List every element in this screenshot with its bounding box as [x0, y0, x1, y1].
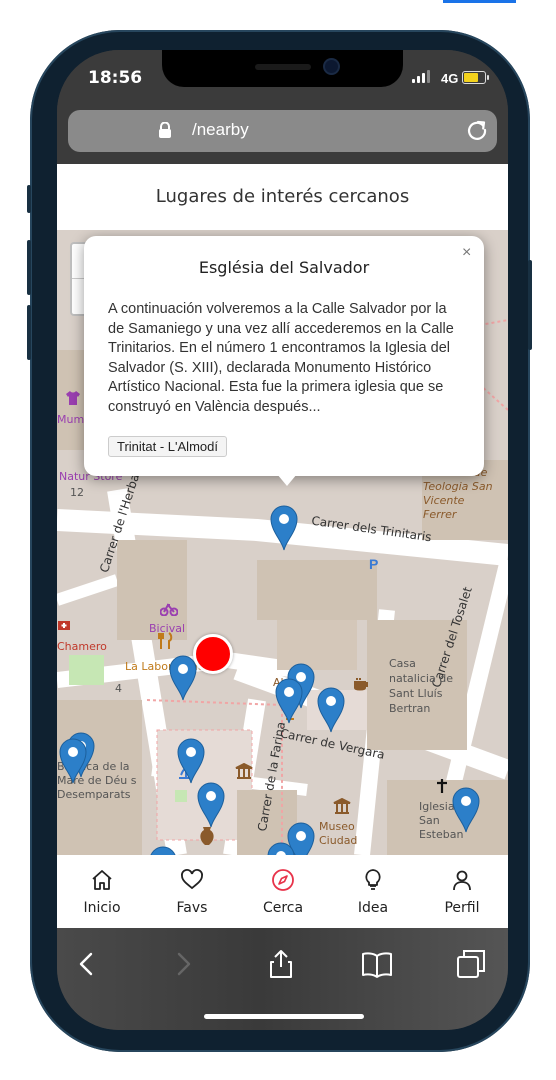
bookmarks-icon[interactable] — [361, 948, 393, 980]
user-icon — [453, 870, 471, 891]
museum-icon — [333, 798, 351, 814]
bicycle-icon — [160, 603, 178, 616]
tab-favs[interactable]: Favs — [147, 855, 237, 928]
camera — [325, 60, 338, 73]
forward-icon[interactable] — [167, 948, 199, 980]
lock-icon — [159, 122, 171, 138]
bottom-tab-bar: Inicio Favs Cerca Idea Perfil — [57, 855, 508, 928]
neighborhood-tag[interactable]: Trinitat - L'Almodí — [108, 436, 227, 457]
page-header: Lugares de interés cercanos — [57, 164, 508, 230]
svg-text:P: P — [369, 556, 378, 572]
status-time: 18:56 — [88, 68, 143, 88]
map-pin[interactable] — [275, 678, 303, 724]
map-pin[interactable] — [177, 738, 205, 784]
tab-label: Perfil — [444, 900, 480, 916]
top-accent-bar — [443, 0, 516, 3]
popup-title: Església del Salvador — [198, 258, 370, 277]
url-text: /nearby — [192, 120, 249, 139]
popup-description: A continuación volveremos a la Calle Sal… — [108, 301, 454, 415]
tab-label: Idea — [357, 900, 389, 916]
current-location-marker — [193, 634, 233, 674]
tabs-icon[interactable] — [455, 948, 487, 980]
compass-icon — [272, 869, 294, 891]
label-casa-natalicia: Casa natalicia de Sant Lluís Bertran — [389, 657, 453, 715]
reload-icon[interactable] — [466, 119, 488, 141]
network-type: 4G — [441, 71, 459, 86]
clothes-icon — [66, 391, 80, 405]
mute-switch — [27, 185, 31, 213]
signal-icon — [412, 70, 432, 83]
tab-label: Cerca — [262, 900, 304, 916]
parking-bike-icon: P — [369, 556, 378, 572]
label-number-4: 4 — [115, 682, 122, 695]
tab-cerca[interactable]: Cerca — [238, 855, 328, 928]
page-title: Lugares de interés cercanos — [155, 186, 410, 207]
lightbulb-icon — [365, 869, 381, 890]
status-bar: 18:56 4G — [57, 50, 508, 110]
cafe-icon — [354, 678, 368, 691]
museum-icon — [235, 763, 253, 779]
speaker — [255, 64, 311, 70]
home-indicator — [204, 1014, 364, 1019]
home-icon — [92, 870, 112, 890]
label-museo-ciudad: Museo Ciudad — [319, 820, 358, 847]
address-bar[interactable]: /nearby — [68, 110, 497, 152]
label-mum: Mum — [57, 413, 85, 426]
map-pin[interactable] — [59, 738, 87, 784]
map-pin[interactable] — [267, 842, 295, 855]
tab-label: Favs — [176, 900, 208, 916]
label-number-12: 12 — [70, 486, 84, 499]
pharmacy-icon — [58, 621, 70, 630]
vase-icon — [200, 827, 214, 845]
map-pin[interactable] — [270, 505, 298, 551]
map-pin[interactable] — [317, 687, 345, 733]
label-chamero: Chamero — [57, 640, 107, 653]
tab-label: Inicio — [83, 900, 121, 916]
volume-down-button — [27, 305, 31, 360]
back-icon[interactable] — [71, 948, 103, 980]
map-pin[interactable] — [452, 787, 480, 833]
map-pin[interactable] — [149, 846, 177, 855]
place-popup: × Església del Salvador A continuación v… — [84, 236, 484, 486]
cross-icon — [437, 779, 447, 793]
restaurant-icon — [158, 632, 173, 649]
map-pin[interactable] — [169, 655, 197, 701]
power-button — [528, 260, 532, 350]
volume-up-button — [27, 240, 31, 295]
browser-toolbar — [57, 928, 508, 1030]
battery-icon — [462, 71, 489, 84]
map-view[interactable]: Carrer dels Trinitaris Carrer de l'Herba… — [57, 230, 508, 855]
tab-idea[interactable]: Idea — [328, 855, 418, 928]
popup-tip — [277, 474, 297, 486]
share-icon[interactable] — [265, 948, 297, 980]
browser-address-area: /nearby — [57, 110, 508, 164]
phone-screen: 18:56 4G /nearby Lugares de interés cerc… — [57, 50, 508, 1030]
tab-inicio[interactable]: Inicio — [57, 855, 147, 928]
map-pin[interactable] — [197, 782, 225, 828]
tab-perfil[interactable]: Perfil — [417, 855, 507, 928]
heart-icon — [181, 869, 203, 890]
